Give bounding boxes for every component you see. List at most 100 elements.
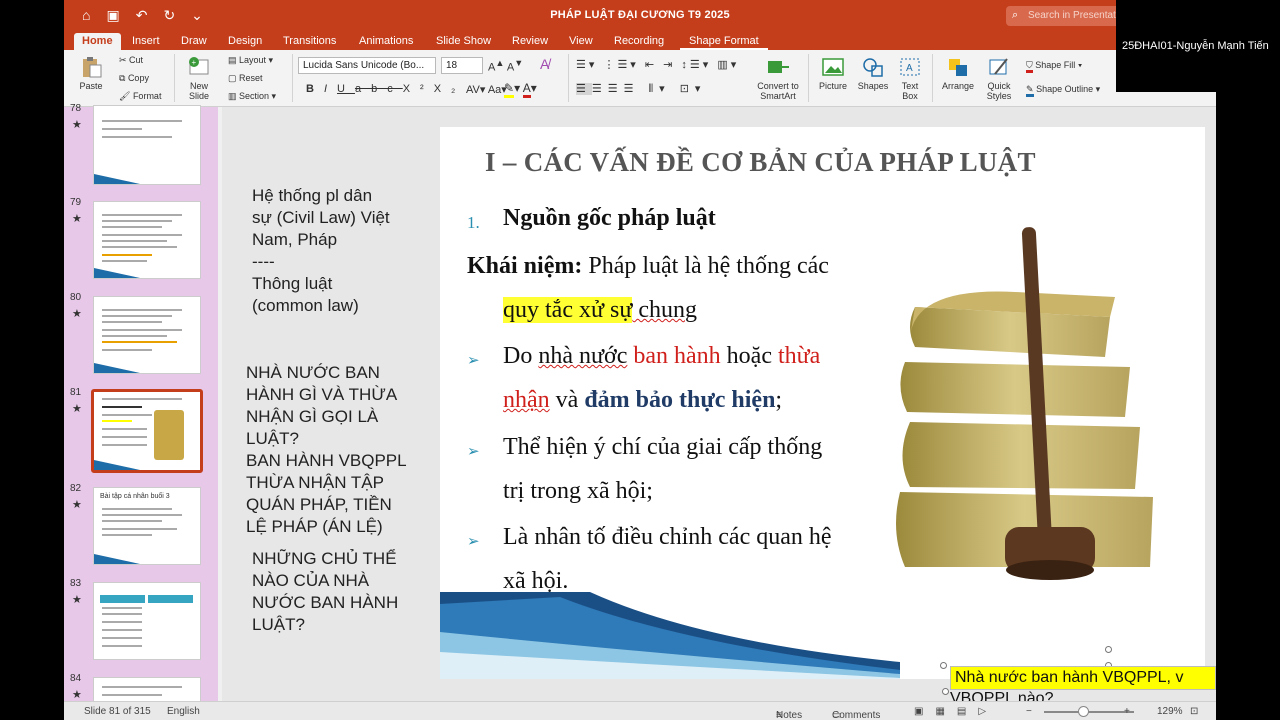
- animation-star-icon: ★: [72, 594, 82, 606]
- shape-fill-label: Shape Fill: [1035, 60, 1076, 70]
- cut-button[interactable]: ✂ Cut: [119, 55, 143, 66]
- note-text-subjects[interactable]: NHỮNG CHỦ THỂ NÀO CỦA NHÀ NƯỚC BAN HÀNH …: [252, 548, 398, 636]
- tab-transitions[interactable]: Transitions: [283, 33, 336, 50]
- fit-slide-icon[interactable]: ⊡: [1190, 706, 1198, 717]
- notes-label: Notes: [776, 710, 803, 720]
- tab-slide-show[interactable]: Slide Show: [436, 33, 491, 50]
- slide-number: 81: [70, 387, 82, 398]
- convert-smartart-button[interactable]: Convert to SmartArt: [754, 56, 802, 101]
- tab-shape-format[interactable]: Shape Format: [680, 33, 768, 50]
- layout-button[interactable]: ▤ Layout ▾: [228, 55, 273, 66]
- tab-recording[interactable]: Recording: [614, 33, 664, 50]
- divider: [174, 54, 175, 102]
- list-buttons[interactable]: ☰▾ ⋮☰▾ ⇤ ⇥ ↕☰▾ ▥▾: [576, 58, 739, 71]
- slide-thumbnail[interactable]: [93, 296, 201, 374]
- slide-title[interactable]: I – CÁC VẤN ĐỀ CƠ BẢN CỦA PHÁP LUẬT: [485, 147, 1036, 178]
- slide-thumbnail[interactable]: [93, 105, 201, 185]
- tab-draw[interactable]: Draw: [181, 33, 207, 50]
- slide-thumbnails-pane[interactable]: 78 ★ 79 ★ 80 ★ 81 ★ 82 ★ Bài tập cá nhân buổi…: [64, 103, 218, 707]
- shape-fill-button[interactable]: ⛉ Shape Fill ▾: [1026, 60, 1082, 73]
- slide-number: 84: [70, 673, 82, 684]
- tab-animations[interactable]: Animations: [359, 33, 413, 50]
- bullet-1-line-1[interactable]: Do nhà nước ban hành hoặc thừa: [503, 343, 820, 370]
- quick-styles-button[interactable]: Quick Styles: [982, 56, 1016, 101]
- rotate-handle-icon[interactable]: [1105, 646, 1112, 653]
- language-indicator[interactable]: English: [167, 706, 200, 717]
- slide-number: 79: [70, 197, 82, 208]
- text-run: ;: [775, 387, 783, 413]
- reset-label: Reset: [239, 73, 263, 83]
- slide-thumbnail[interactable]: [93, 582, 201, 660]
- section-button[interactable]: ▥ Section ▾: [228, 91, 276, 102]
- shape-outline-button[interactable]: ✎ Shape Outline ▾: [1026, 84, 1100, 97]
- char-spacing-icon[interactable]: AV▾ Aa▾: [466, 83, 507, 96]
- highlighted-phrase: quy tắc xử sự: [503, 297, 633, 323]
- tab-design[interactable]: Design: [228, 33, 262, 50]
- clear-format-icon[interactable]: A̸: [540, 56, 549, 72]
- new-slide-icon: +: [189, 57, 209, 75]
- tab-insert[interactable]: Insert: [132, 33, 160, 50]
- bullet-3-line-1[interactable]: Là nhân tố điều chỉnh các quan hệ: [503, 524, 832, 551]
- bullet-2-line-1[interactable]: Thể hiện ý chí của giai cấp thống: [503, 434, 822, 461]
- resize-handle[interactable]: [942, 688, 949, 695]
- text-box-button[interactable]: A Text Box: [896, 56, 924, 101]
- paste-button[interactable]: Paste: [76, 56, 106, 91]
- text-box-icon: A: [900, 58, 920, 76]
- font-size-select[interactable]: 18: [441, 57, 483, 74]
- note-text-question[interactable]: NHÀ NƯỚC BAN HÀNH GÌ VÀ THỪA NHẬN GÌ GỌI…: [246, 362, 407, 538]
- text-run: đảm bảo thực hiện: [584, 387, 776, 413]
- text-run: nhận: [503, 387, 550, 413]
- font-family-select[interactable]: Lucida Sans Unicode (Bo...: [298, 57, 436, 74]
- slide-thumbnail[interactable]: Bài tập cá nhân buổi 3: [93, 487, 201, 565]
- slide-thumbnail-selected[interactable]: [91, 389, 203, 473]
- smartart-icon: [768, 61, 789, 73]
- zoom-level[interactable]: 129%: [1157, 706, 1183, 717]
- text-run: ban hành: [633, 343, 721, 369]
- bullet-arrow-icon: ➢: [467, 533, 480, 550]
- zoom-in-button[interactable]: +: [1124, 706, 1130, 717]
- concept-line-1[interactable]: Khái niệm: Pháp luật là hệ thống các: [467, 253, 829, 280]
- reset-button[interactable]: ▢ Reset: [228, 73, 263, 84]
- text-style-buttons[interactable]: BIUabcX²X₂: [306, 83, 465, 95]
- copy-button[interactable]: ⧉ Copy: [119, 73, 149, 84]
- slide-canvas[interactable]: I – CÁC VẤN ĐỀ CƠ BẢN CỦA PHÁP LUẬT 1. N…: [440, 127, 1205, 679]
- tab-home[interactable]: Home: [74, 33, 121, 50]
- divider: [292, 54, 293, 102]
- quick-styles-label: Quick Styles: [986, 81, 1012, 101]
- highlight-color-icon[interactable]: ✎▾ A▾: [504, 81, 537, 98]
- align-buttons[interactable]: ☰☰☰☰ ⫴▾ ⊡▾: [576, 82, 706, 96]
- picture-button[interactable]: Picture: [816, 56, 850, 91]
- section-heading[interactable]: Nguồn gốc pháp luật: [503, 205, 716, 232]
- paste-label: Paste: [79, 81, 103, 91]
- note-text-civil-law[interactable]: Hệ thống pl dân sự (Civil Law) Việt Nam,…: [252, 185, 390, 317]
- bullet-3-line-2[interactable]: xã hội.: [503, 568, 568, 595]
- slide-number: 78: [70, 103, 82, 114]
- concept-line-2[interactable]: quy tắc xử sự chung: [503, 297, 697, 324]
- shapes-button[interactable]: Shapes: [856, 56, 890, 91]
- resize-handle[interactable]: [940, 662, 947, 669]
- animation-star-icon: ★: [72, 499, 82, 511]
- arrange-button[interactable]: Arrange: [940, 56, 976, 91]
- zoom-slider[interactable]: [1044, 711, 1134, 713]
- format-label: Format: [132, 91, 162, 101]
- bullet-1-line-2[interactable]: nhận và đảm bảo thực hiện;: [503, 387, 782, 414]
- bullet-2-line-2[interactable]: trị trong xã hội;: [503, 478, 653, 505]
- tab-review[interactable]: Review: [512, 33, 548, 50]
- tab-view[interactable]: View: [569, 33, 593, 50]
- new-slide-button[interactable]: + New Slide: [182, 56, 216, 101]
- format-painter-button[interactable]: 🖌 Format: [119, 91, 161, 102]
- comments-label: Comments: [832, 710, 881, 720]
- slide-thumbnail[interactable]: [93, 201, 201, 279]
- slide-counter: Slide 81 of 315: [84, 706, 151, 717]
- zoom-out-button[interactable]: −: [1026, 706, 1032, 717]
- arrange-label: Arrange: [941, 81, 975, 91]
- pen-icon: ✎: [1026, 84, 1034, 97]
- selected-caption-textbox[interactable]: Nhà nước ban hành VBQPPL, v: [950, 666, 1216, 690]
- font-size-buttons[interactable]: A▲ A▼: [488, 58, 523, 74]
- scissors-icon: ✂: [119, 55, 130, 65]
- view-buttons[interactable]: ▣▦▤▷: [914, 706, 998, 717]
- slide-number: 83: [70, 578, 82, 589]
- zoom-slider-handle[interactable]: [1078, 706, 1089, 717]
- layout-label: Layout: [239, 55, 267, 65]
- concept-label: Khái niệm:: [467, 253, 583, 279]
